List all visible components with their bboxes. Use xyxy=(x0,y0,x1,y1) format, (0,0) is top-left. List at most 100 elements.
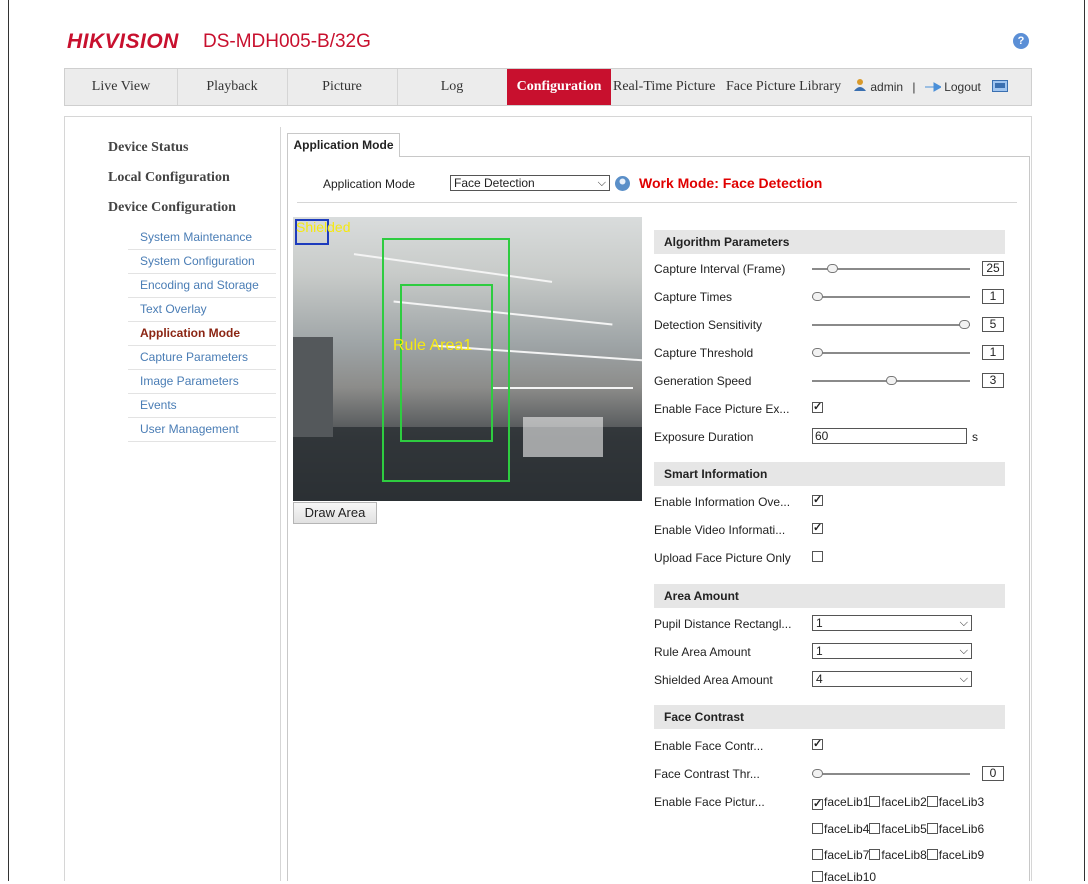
logout-icon[interactable] xyxy=(924,70,942,106)
info-overlay-checkbox[interactable]: ✓ xyxy=(812,495,823,506)
facelib4-option[interactable]: faceLib4 xyxy=(812,822,869,836)
rule-area-label: Rule Area1 xyxy=(393,337,473,354)
facelib9-option[interactable]: faceLib9 xyxy=(926,848,984,862)
section-algorithm-parameters: Algorithm Parameters xyxy=(654,230,1005,254)
enable-face-exposure-label: Enable Face Picture Ex... xyxy=(654,402,790,416)
sidebar-device-configuration[interactable]: Device Configuration xyxy=(108,200,236,216)
tab-configuration[interactable]: Configuration xyxy=(507,69,611,105)
upload-face-only-checkbox[interactable] xyxy=(812,551,823,562)
capture-interval-value[interactable]: 25 xyxy=(982,261,1004,276)
generation-speed-knob[interactable] xyxy=(885,376,897,385)
facelib10-checkbox[interactable] xyxy=(812,871,823,882)
tab-real-time-picture[interactable]: Real-Time Picture xyxy=(613,69,726,105)
facelib7-checkbox[interactable] xyxy=(812,849,823,860)
facelib8-option[interactable]: faceLib8 xyxy=(869,848,927,862)
tab-application-mode[interactable]: Application Mode xyxy=(287,133,400,157)
facelib2-option[interactable]: faceLib2 xyxy=(869,795,927,809)
face-library-list: ✓ faceLib1 faceLib2 faceLib3 xyxy=(812,795,984,810)
info-icon[interactable] xyxy=(614,175,631,195)
face-contrast-threshold-value[interactable]: 0 xyxy=(982,766,1004,781)
face-contrast-threshold-knob[interactable] xyxy=(812,769,823,778)
generation-speed-label: Generation Speed xyxy=(654,374,752,388)
capture-times-slider[interactable] xyxy=(812,296,970,298)
tab-picture[interactable]: Picture xyxy=(287,69,397,105)
user-area: admin | Logout xyxy=(853,69,1009,106)
sidebar-item-system-maintenance[interactable]: System Maintenance xyxy=(140,230,252,244)
tab-playback[interactable]: Playback xyxy=(177,69,287,105)
exposure-duration-unit: s xyxy=(972,430,978,444)
logout-link[interactable]: Logout xyxy=(944,80,981,94)
detection-sensitivity-value[interactable]: 5 xyxy=(982,317,1004,332)
facelib4-checkbox[interactable] xyxy=(812,823,823,834)
help-icon[interactable]: ? xyxy=(1013,33,1029,49)
chevron-down-icon: ⌵ xyxy=(959,673,968,685)
sidebar-item-capture-parameters[interactable]: Capture Parameters xyxy=(140,350,248,364)
application-mode-select[interactable]: Face Detection ⌵ xyxy=(450,175,610,191)
brand-logo: HIKVISION xyxy=(67,30,179,53)
sidebar-item-events[interactable]: Events xyxy=(140,398,177,412)
sidebar-item-system-configuration[interactable]: System Configuration xyxy=(140,254,255,268)
nav-separator: | xyxy=(912,80,916,94)
main-nav: Live View Playback Picture Log Configura… xyxy=(64,68,1032,106)
facelib6-option[interactable]: faceLib6 xyxy=(926,822,984,836)
facelib9-checkbox[interactable] xyxy=(926,849,938,860)
device-model: DS-MDH005-B/32G xyxy=(203,31,371,52)
sidebar-device-status[interactable]: Device Status xyxy=(108,140,189,156)
sidebar-item-application-mode[interactable]: Application Mode xyxy=(140,326,240,340)
sidebar-item-text-overlay[interactable]: Text Overlay xyxy=(140,302,207,316)
generation-speed-value[interactable]: 3 xyxy=(982,373,1004,388)
capture-threshold-knob[interactable] xyxy=(812,348,823,357)
screen-icon[interactable] xyxy=(992,70,1009,106)
shielded-area-amount-select[interactable]: 4 ⌵ xyxy=(812,671,972,687)
pupil-distance-value: 1 xyxy=(816,616,823,630)
detection-sensitivity-knob[interactable] xyxy=(959,320,970,329)
application-mode-value: Face Detection xyxy=(454,176,535,190)
video-info-checkbox[interactable]: ✓ xyxy=(812,523,823,534)
pupil-distance-select[interactable]: 1 ⌵ xyxy=(812,615,972,631)
capture-interval-knob[interactable] xyxy=(826,264,838,273)
detection-sensitivity-label: Detection Sensitivity xyxy=(654,318,763,332)
sidebar-item-image-parameters[interactable]: Image Parameters xyxy=(140,374,239,388)
tab-live-view[interactable]: Live View xyxy=(65,69,177,105)
facelib5-option[interactable]: faceLib5 xyxy=(869,822,927,836)
enable-face-library-label: Enable Face Pictur... xyxy=(654,795,765,809)
sidebar-item-user-management[interactable]: User Management xyxy=(140,422,239,436)
capture-interval-label: Capture Interval (Frame) xyxy=(654,262,786,276)
shielded-area-amount-label: Shielded Area Amount xyxy=(654,673,773,687)
face-contrast-threshold-slider[interactable] xyxy=(812,773,970,775)
video-preview[interactable]: Shielded Rule Area1 xyxy=(293,217,642,501)
facelib7-option[interactable]: faceLib7 xyxy=(812,848,869,862)
sidebar-divider xyxy=(280,127,281,881)
upload-face-only-label: Upload Face Picture Only xyxy=(654,551,791,565)
enable-face-exposure-checkbox[interactable]: ✓ xyxy=(812,402,823,413)
detection-sensitivity-slider[interactable] xyxy=(812,324,970,326)
facelib8-checkbox[interactable] xyxy=(869,849,881,860)
capture-threshold-slider[interactable] xyxy=(812,352,970,354)
facelib6-checkbox[interactable] xyxy=(926,823,938,834)
tab-log[interactable]: Log xyxy=(397,69,507,105)
tab-face-picture-library[interactable]: Face Picture Library xyxy=(726,69,848,105)
enable-face-contrast-label: Enable Face Contr... xyxy=(654,739,764,753)
face-contrast-threshold-label: Face Contrast Thr... xyxy=(654,767,760,781)
facelib1-checkbox[interactable]: ✓ xyxy=(812,799,823,810)
shielded-area-label: Shielded xyxy=(296,219,351,235)
pupil-distance-label: Pupil Distance Rectangl... xyxy=(654,617,792,631)
chevron-down-icon: ⌵ xyxy=(959,645,968,657)
enable-face-contrast-checkbox[interactable]: ✓ xyxy=(812,739,823,750)
info-overlay-label: Enable Information Ove... xyxy=(654,495,791,509)
facelib2-checkbox[interactable] xyxy=(869,796,881,807)
capture-times-value[interactable]: 1 xyxy=(982,289,1004,304)
draw-area-button[interactable]: Draw Area xyxy=(293,502,377,524)
capture-times-knob[interactable] xyxy=(812,292,823,301)
facelib5-checkbox[interactable] xyxy=(869,823,881,834)
exposure-duration-input[interactable]: 60 xyxy=(812,428,967,444)
capture-threshold-value[interactable]: 1 xyxy=(982,345,1004,360)
facelib3-option[interactable]: faceLib3 xyxy=(926,795,984,809)
sidebar-item-encoding-storage[interactable]: Encoding and Storage xyxy=(140,278,259,292)
rule-area-amount-select[interactable]: 1 ⌵ xyxy=(812,643,972,659)
facelib10-option[interactable]: faceLib10 xyxy=(812,870,876,884)
facelib1-option[interactable]: ✓ faceLib1 xyxy=(812,795,869,810)
sidebar-local-configuration[interactable]: Local Configuration xyxy=(108,170,230,186)
chevron-down-icon: ⌵ xyxy=(597,177,606,189)
facelib3-checkbox[interactable] xyxy=(926,796,938,807)
